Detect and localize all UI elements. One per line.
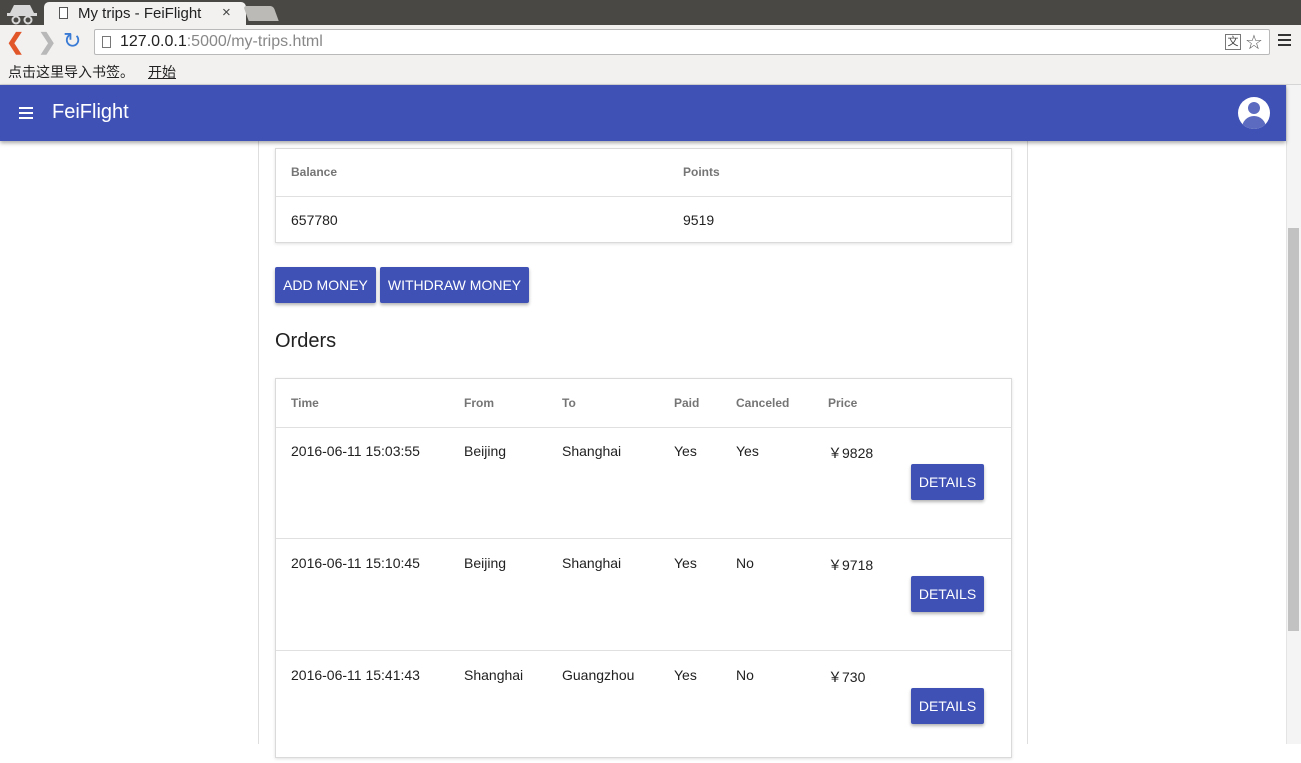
order-to: Guangzhou: [562, 667, 635, 683]
time-header: Time: [291, 396, 319, 410]
bookmarks-bar: 点击这里导入书签。 开始: [0, 59, 1301, 85]
to-header: To: [562, 396, 576, 410]
order-price: ￥9718: [828, 557, 874, 573]
forward-icon[interactable]: ❯: [38, 31, 56, 53]
order-canceled: No: [736, 555, 754, 571]
bookmark-star-icon[interactable]: ☆: [1245, 30, 1263, 55]
tab-title: My trips - FeiFlight: [78, 5, 202, 22]
browser-menu-icon[interactable]: [1278, 34, 1291, 49]
account-card: Balance Points 657780 9519: [275, 148, 1012, 243]
points-value: 9519: [683, 212, 715, 228]
order-paid: Yes: [674, 443, 697, 459]
details-button[interactable]: DETAILS: [911, 576, 984, 612]
order-time: 2016-06-11 15:03:55: [291, 443, 420, 459]
app-header: FeiFlight: [0, 85, 1286, 141]
url-host: 127.0.0.1: [120, 33, 187, 50]
add-money-button[interactable]: ADD MONEY: [275, 267, 376, 303]
order-canceled: Yes: [736, 443, 759, 459]
bookmarks-import-prompt: 点击这里导入书签。: [8, 64, 134, 80]
incognito-icon: [7, 5, 37, 25]
order-price: ￥9828: [828, 445, 874, 461]
order-paid: Yes: [674, 555, 697, 571]
page-scrollbar[interactable]: [1286, 85, 1301, 744]
orders-title: Orders: [275, 330, 337, 352]
from-header: From: [464, 396, 494, 410]
app-title: FeiFlight: [52, 101, 129, 123]
paid-header: Paid: [674, 396, 700, 410]
table-row: 2016-06-11 15:41:43 Shanghai Guangzhou Y…: [276, 652, 1011, 763]
order-paid: Yes: [674, 667, 697, 683]
translate-icon[interactable]: 文: [1225, 34, 1241, 50]
withdraw-money-button[interactable]: WITHDRAW MONEY: [380, 267, 529, 303]
order-to: Shanghai: [562, 555, 622, 571]
back-icon[interactable]: ❮: [6, 31, 24, 53]
table-row: 2016-06-11 15:10:45 Beijing Shanghai Yes…: [276, 540, 1011, 651]
details-button[interactable]: DETAILS: [911, 464, 984, 500]
url-text[interactable]: 127.0.0.1:5000/my-trips.html: [120, 33, 323, 51]
browser-tab-strip: My trips - FeiFlight ×: [0, 0, 1301, 25]
reload-icon[interactable]: ↻: [63, 29, 81, 53]
order-from: Shanghai: [464, 667, 524, 683]
bookmarks-start-link[interactable]: 开始: [148, 62, 176, 82]
orders-table: Time From To Paid Canceled Price 2016-06…: [275, 378, 1012, 758]
user-avatar-icon[interactable]: [1238, 97, 1270, 129]
price-header: Price: [828, 396, 858, 410]
address-bar[interactable]: 127.0.0.1:5000/my-trips.html 文 ☆: [94, 29, 1270, 55]
points-header: Points: [683, 165, 720, 179]
order-from: Beijing: [464, 443, 507, 459]
scrollbar-thumb[interactable]: [1288, 228, 1299, 631]
balance-value: 657780: [291, 212, 338, 228]
hamburger-menu-icon[interactable]: [19, 107, 33, 122]
balance-header: Balance: [291, 165, 338, 179]
table-row: 2016-06-11 15:03:55 Beijing Shanghai Yes…: [276, 428, 1011, 539]
page-icon: [59, 7, 68, 19]
new-tab-button[interactable]: [243, 6, 279, 21]
order-price: ￥730: [828, 669, 866, 685]
url-path: :5000/my-trips.html: [186, 33, 323, 50]
browser-tab[interactable]: My trips - FeiFlight ×: [44, 2, 246, 25]
details-button[interactable]: DETAILS: [911, 688, 984, 724]
order-time: 2016-06-11 15:41:43: [291, 667, 420, 683]
canceled-header: Canceled: [736, 396, 790, 410]
order-time: 2016-06-11 15:10:45: [291, 555, 420, 571]
browser-toolbar: ❮ ❯ ↻ 127.0.0.1:5000/my-trips.html 文 ☆: [0, 25, 1301, 59]
order-to: Shanghai: [562, 443, 622, 459]
order-from: Beijing: [464, 555, 507, 571]
tab-close-icon[interactable]: ×: [222, 4, 231, 21]
order-canceled: No: [736, 667, 754, 683]
page-info-icon[interactable]: [102, 36, 111, 48]
